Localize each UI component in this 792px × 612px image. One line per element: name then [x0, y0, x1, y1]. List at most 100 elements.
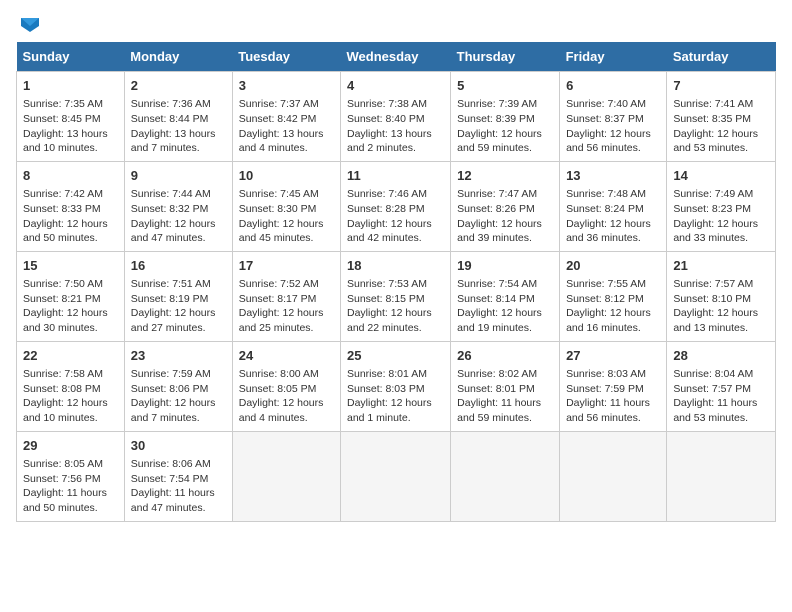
day-info-line: Sunrise: 8:00 AM: [239, 367, 334, 382]
day-number: 18: [347, 257, 444, 275]
day-info-line: Sunrise: 8:05 AM: [23, 457, 118, 472]
day-info-line: Sunrise: 7:59 AM: [131, 367, 226, 382]
day-info-line: Sunset: 8:45 PM: [23, 112, 118, 127]
day-number: 3: [239, 77, 334, 95]
day-info-line: Daylight: 12 hours and 33 minutes.: [673, 217, 769, 246]
day-info-line: Sunrise: 7:49 AM: [673, 187, 769, 202]
calendar-day-cell: 24Sunrise: 8:00 AMSunset: 8:05 PMDayligh…: [232, 341, 340, 431]
day-info-line: Sunrise: 7:42 AM: [23, 187, 118, 202]
day-number: 1: [23, 77, 118, 95]
day-number: 13: [566, 167, 660, 185]
day-info-line: Sunset: 8:19 PM: [131, 292, 226, 307]
day-info-line: Sunset: 8:06 PM: [131, 382, 226, 397]
day-info-line: Sunrise: 7:38 AM: [347, 97, 444, 112]
day-number: 9: [131, 167, 226, 185]
day-info-line: Daylight: 11 hours and 50 minutes.: [23, 486, 118, 515]
day-info-line: Sunset: 8:32 PM: [131, 202, 226, 217]
day-info-line: Sunset: 8:28 PM: [347, 202, 444, 217]
calendar-day-cell: [560, 431, 667, 521]
day-info-line: Sunrise: 7:35 AM: [23, 97, 118, 112]
calendar-day-cell: [667, 431, 776, 521]
day-number: 4: [347, 77, 444, 95]
day-info-line: Daylight: 13 hours and 4 minutes.: [239, 127, 334, 156]
day-info-line: Sunrise: 7:44 AM: [131, 187, 226, 202]
day-info-line: Sunset: 8:40 PM: [347, 112, 444, 127]
day-info-line: Daylight: 11 hours and 53 minutes.: [673, 396, 769, 425]
day-info-line: Sunrise: 7:55 AM: [566, 277, 660, 292]
weekday-header: Tuesday: [232, 42, 340, 72]
day-info-line: Sunset: 8:14 PM: [457, 292, 553, 307]
day-info-line: Sunset: 8:30 PM: [239, 202, 334, 217]
day-number: 6: [566, 77, 660, 95]
day-info-line: Daylight: 12 hours and 50 minutes.: [23, 217, 118, 246]
day-number: 29: [23, 437, 118, 455]
day-info-line: Sunset: 8:42 PM: [239, 112, 334, 127]
day-number: 15: [23, 257, 118, 275]
day-info-line: Sunrise: 7:37 AM: [239, 97, 334, 112]
day-number: 10: [239, 167, 334, 185]
day-number: 12: [457, 167, 553, 185]
day-info-line: Daylight: 13 hours and 10 minutes.: [23, 127, 118, 156]
weekday-header: Wednesday: [340, 42, 450, 72]
calendar-day-cell: 23Sunrise: 7:59 AMSunset: 8:06 PMDayligh…: [124, 341, 232, 431]
weekday-header: Friday: [560, 42, 667, 72]
day-info-line: Sunrise: 7:39 AM: [457, 97, 553, 112]
day-info-line: Sunrise: 8:01 AM: [347, 367, 444, 382]
day-info-line: Sunset: 7:54 PM: [131, 472, 226, 487]
day-info-line: Sunset: 8:44 PM: [131, 112, 226, 127]
calendar-day-cell: 16Sunrise: 7:51 AMSunset: 8:19 PMDayligh…: [124, 251, 232, 341]
day-info-line: Daylight: 12 hours and 47 minutes.: [131, 217, 226, 246]
calendar-day-cell: 13Sunrise: 7:48 AMSunset: 8:24 PMDayligh…: [560, 161, 667, 251]
calendar-day-cell: 15Sunrise: 7:50 AMSunset: 8:21 PMDayligh…: [17, 251, 125, 341]
day-info-line: Sunset: 7:59 PM: [566, 382, 660, 397]
day-info-line: Sunrise: 7:46 AM: [347, 187, 444, 202]
day-info-line: Sunrise: 7:50 AM: [23, 277, 118, 292]
day-info-line: Daylight: 12 hours and 30 minutes.: [23, 306, 118, 335]
calendar-day-cell: 28Sunrise: 8:04 AMSunset: 7:57 PMDayligh…: [667, 341, 776, 431]
day-info-line: Daylight: 13 hours and 2 minutes.: [347, 127, 444, 156]
day-info-line: Daylight: 12 hours and 13 minutes.: [673, 306, 769, 335]
day-info-line: Sunrise: 8:04 AM: [673, 367, 769, 382]
calendar-day-cell: 4 Sunrise: 7:38 AMSunset: 8:40 PMDaylight…: [340, 72, 450, 162]
day-number: 21: [673, 257, 769, 275]
logo: [16, 16, 42, 30]
day-number: 7: [673, 77, 769, 95]
day-info-line: Sunset: 8:05 PM: [239, 382, 334, 397]
day-number: 11: [347, 167, 444, 185]
calendar-day-cell: 7Sunrise: 7:41 AMSunset: 8:35 PMDaylight…: [667, 72, 776, 162]
calendar-day-cell: 26Sunrise: 8:02 AMSunset: 8:01 PMDayligh…: [451, 341, 560, 431]
day-info-line: Daylight: 12 hours and 25 minutes.: [239, 306, 334, 335]
day-info-line: Daylight: 12 hours and 4 minutes.: [239, 396, 334, 425]
day-info-line: Daylight: 12 hours and 22 minutes.: [347, 306, 444, 335]
day-info-line: Sunrise: 7:45 AM: [239, 187, 334, 202]
day-info-line: Daylight: 11 hours and 47 minutes.: [131, 486, 226, 515]
calendar-day-cell: 30Sunrise: 8:06 AMSunset: 7:54 PMDayligh…: [124, 431, 232, 521]
day-info-line: Daylight: 12 hours and 27 minutes.: [131, 306, 226, 335]
day-info-line: Sunset: 8:01 PM: [457, 382, 553, 397]
calendar-day-cell: [232, 431, 340, 521]
calendar-day-cell: 5Sunrise: 7:39 AMSunset: 8:39 PMDaylight…: [451, 72, 560, 162]
day-info-line: Daylight: 11 hours and 56 minutes.: [566, 396, 660, 425]
day-number: 14: [673, 167, 769, 185]
day-info-line: Daylight: 12 hours and 1 minute.: [347, 396, 444, 425]
day-info-line: Daylight: 12 hours and 16 minutes.: [566, 306, 660, 335]
day-info-line: Sunset: 8:24 PM: [566, 202, 660, 217]
calendar-day-cell: 14Sunrise: 7:49 AMSunset: 8:23 PMDayligh…: [667, 161, 776, 251]
page-header: [16, 16, 776, 30]
calendar-day-cell: 3 Sunrise: 7:37 AMSunset: 8:42 PMDaylight…: [232, 72, 340, 162]
weekday-header: Thursday: [451, 42, 560, 72]
day-info-line: Sunrise: 7:36 AM: [131, 97, 226, 112]
day-info-line: Sunset: 8:39 PM: [457, 112, 553, 127]
weekday-header: Monday: [124, 42, 232, 72]
weekday-header: Sunday: [17, 42, 125, 72]
calendar-week-row: 1Sunrise: 7:35 AMSunset: 8:45 PMDaylight…: [17, 72, 776, 162]
day-info-line: Daylight: 12 hours and 7 minutes.: [131, 396, 226, 425]
day-number: 2: [131, 77, 226, 95]
day-info-line: Sunset: 8:03 PM: [347, 382, 444, 397]
day-number: 19: [457, 257, 553, 275]
day-info-line: Sunset: 8:35 PM: [673, 112, 769, 127]
day-info-line: Sunset: 8:08 PM: [23, 382, 118, 397]
calendar-day-cell: 17Sunrise: 7:52 AMSunset: 8:17 PMDayligh…: [232, 251, 340, 341]
day-info-line: Sunset: 8:37 PM: [566, 112, 660, 127]
calendar-day-cell: 2Sunrise: 7:36 AMSunset: 8:44 PMDaylight…: [124, 72, 232, 162]
